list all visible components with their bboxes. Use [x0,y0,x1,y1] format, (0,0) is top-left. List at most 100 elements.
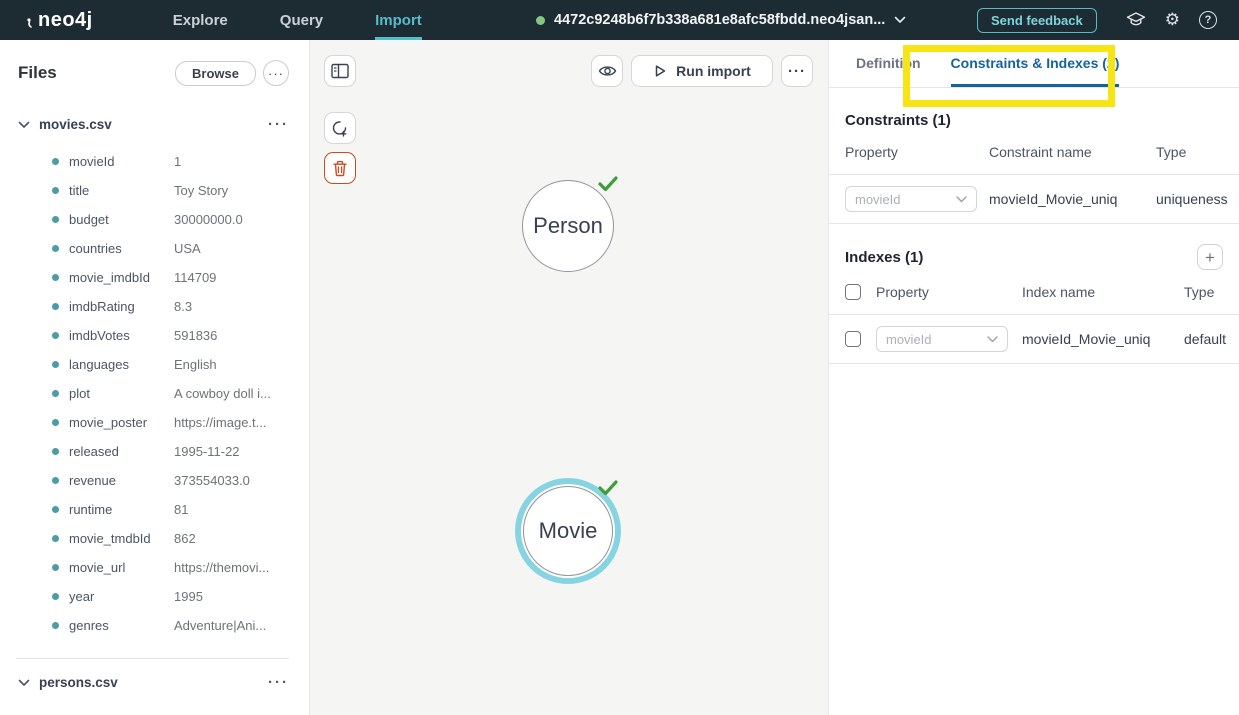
files-panel-title: Files [18,63,175,83]
chevron-down-icon [956,196,967,203]
csv-field-row[interactable]: plot A cowboy doll i... [52,379,289,408]
field-bullet-icon [52,622,59,629]
field-bullet-icon [52,216,59,223]
column-type: Type [1156,144,1223,160]
chevron-down-icon [987,336,998,343]
field-name: revenue [69,473,174,488]
csv-field-row[interactable]: year 1995 [52,582,289,611]
nav-tab-query[interactable]: Query [280,0,323,40]
field-bullet-icon [52,332,59,339]
csv-field-row[interactable]: movie_url https://themovi... [52,553,289,582]
field-sample-value: 1 [174,154,181,169]
field-sample-value: 81 [174,502,188,517]
indexes-section-header: Indexes (1) + [829,224,1239,270]
csv-field-row[interactable]: countries USA [52,234,289,263]
node-person[interactable]: Person [522,180,614,272]
browse-files-button[interactable]: Browse [175,61,256,86]
constraint-property-select[interactable]: movieId [845,186,977,212]
neo4j-logo-mark [26,16,36,30]
field-sample-value: 30000000.0 [174,212,243,227]
csv-field-row[interactable]: movie_imdbId 114709 [52,263,289,292]
csv-field-row[interactable]: released 1995-11-22 [52,437,289,466]
indexes-table-header: Property Index name Type [829,270,1239,314]
help-question-glyph: ? [1199,11,1217,29]
csv-field-row[interactable]: revenue 373554033.0 [52,466,289,495]
csv-field-row[interactable]: movie_tmdbId 862 [52,524,289,553]
education-icon[interactable] [1126,11,1146,29]
file-more-button[interactable]: ··· [268,116,289,133]
field-name: imdbVotes [69,328,174,343]
index-row-checkbox[interactable] [845,331,861,347]
field-sample-value: 114709 [174,270,216,285]
tab-constraints-indexes[interactable]: Constraints & Indexes (2) [951,55,1120,87]
field-bullet-icon [52,448,59,455]
column-property: Property [845,144,989,160]
field-sample-value: 1995 [174,589,203,604]
files-more-button[interactable]: ··· [263,60,289,86]
node-movie-circle[interactable]: Movie [523,486,613,576]
csv-field-row[interactable]: budget 30000000.0 [52,205,289,234]
csv-field-row[interactable]: title Toy Story [52,176,289,205]
connection-name: 4472c9248b6f7b338a681e8afc58fbdd.neo4jsa… [554,12,885,28]
nav-tab-import[interactable]: Import [375,0,422,40]
checkmark-icon [598,480,618,496]
csv-field-row[interactable]: movie_poster https://image.t... [52,408,289,437]
csv-field-row[interactable]: imdbVotes 591836 [52,321,289,350]
csv-field-row[interactable]: runtime 81 [52,495,289,524]
add-index-button[interactable]: + [1197,244,1223,270]
delete-button[interactable] [324,152,356,184]
csv-field-row[interactable]: languages English [52,350,289,379]
chevron-down-icon [18,679,30,687]
help-icon[interactable]: ? [1199,11,1217,29]
canvas-actions: Run import ··· [591,55,813,87]
add-node-button[interactable] [324,112,356,144]
csv-field-row[interactable]: genres Adventure|Ani... [52,611,289,640]
csv-field-row[interactable]: movieId 1 [52,147,289,176]
eye-icon [598,64,617,78]
connection-selector[interactable]: 4472c9248b6f7b338a681e8afc58fbdd.neo4jsa… [536,0,906,40]
field-bullet-icon [52,303,59,310]
constraints-table-row: movieId movieId_Movie_uniq uniqueness [829,175,1239,223]
file-row-movies-csv[interactable]: movies.csv ··· [18,116,289,133]
field-bullet-icon [52,158,59,165]
field-sample-value: USA [174,241,201,256]
nav-tabs: Explore Query Import [173,0,422,40]
settings-gear-icon[interactable]: ⚙ [1165,10,1180,30]
connection-status-dot [536,16,545,25]
ellipsis-icon: ··· [788,63,806,80]
field-name: genres [69,618,174,633]
graph-canvas[interactable]: Run import ··· Person Movie [310,40,828,715]
trash-icon [332,160,348,177]
send-feedback-button[interactable]: Send feedback [977,8,1097,33]
files-divider [16,658,289,659]
node-movie[interactable]: Movie [515,478,621,584]
field-name: runtime [69,502,174,517]
node-label: Person [533,213,603,239]
node-person-circle[interactable]: Person [522,180,614,272]
indexes-table-row: movieId movieId_Movie_uniq default [829,315,1239,363]
run-import-label: Run import [676,63,751,79]
field-sample-value: 8.3 [174,299,192,314]
canvas-more-button[interactable]: ··· [781,55,813,87]
chevron-down-icon [18,121,30,129]
field-name: movie_imdbId [69,270,174,285]
logo-text: neo4j [38,9,93,32]
file-row-persons-csv[interactable]: persons.csv ··· [18,674,289,691]
movies-csv-fields-list: movieId 1 title Toy Story budget 3000000… [52,147,289,640]
toggle-sidebar-button[interactable] [324,55,356,87]
run-import-button[interactable]: Run import [631,55,773,87]
field-name: movieId [69,154,174,169]
field-name: movie_poster [69,415,174,430]
field-bullet-icon [52,187,59,194]
field-sample-value: Toy Story [174,183,228,198]
file-more-button[interactable]: ··· [268,674,289,691]
field-name: countries [69,241,174,256]
preview-eye-button[interactable] [591,55,623,87]
csv-field-row[interactable]: imdbRating 8.3 [52,292,289,321]
tab-definition[interactable]: Definition [856,55,921,87]
field-bullet-icon [52,274,59,281]
field-bullet-icon [52,564,59,571]
nav-tab-explore[interactable]: Explore [173,0,228,40]
select-all-checkbox[interactable] [845,284,861,300]
index-property-select[interactable]: movieId [876,326,1008,352]
